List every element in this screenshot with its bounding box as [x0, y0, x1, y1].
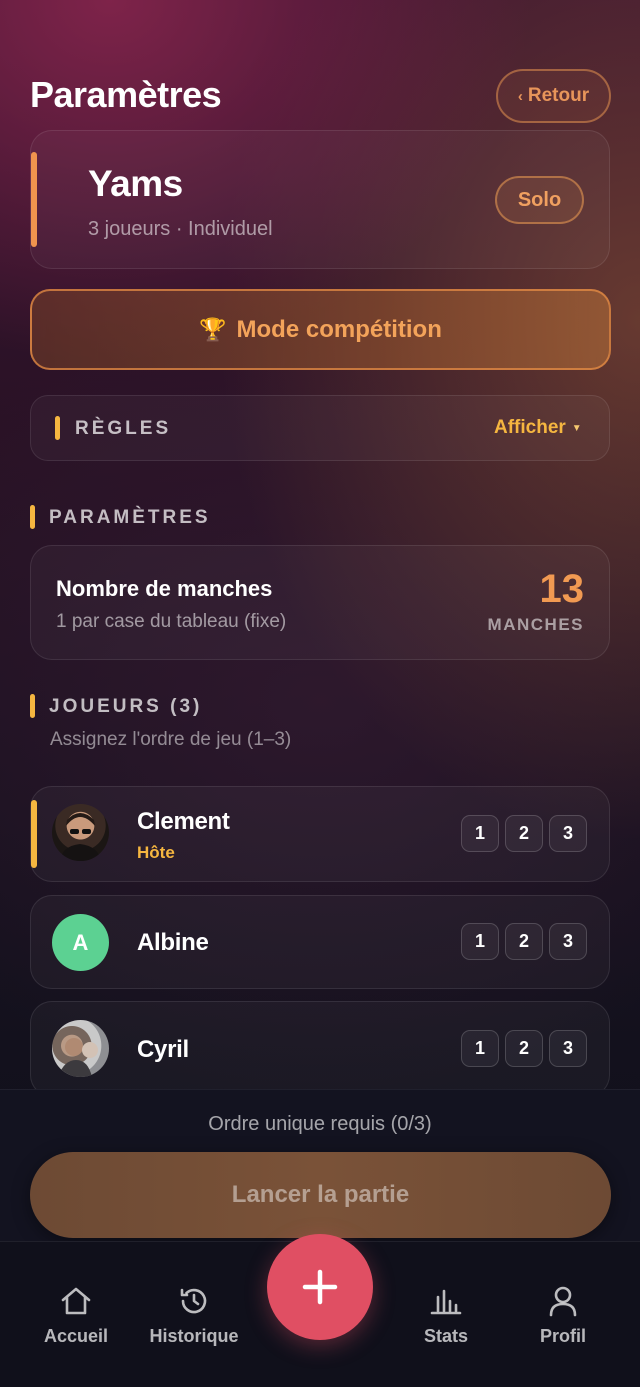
- launch-game-button[interactable]: Lancer la partie: [30, 1152, 611, 1238]
- mode-badge[interactable]: Solo: [495, 176, 584, 224]
- photo-avatar-icon: [58, 1038, 98, 1077]
- avatar: [52, 1020, 109, 1077]
- players-section-label: JOUEURS (3): [49, 696, 203, 717]
- host-accent-bar: [31, 800, 37, 868]
- order-selector: 1 2 3: [461, 923, 587, 960]
- rounds-unit: MANCHES: [487, 615, 584, 634]
- settings-accent-bar: [30, 505, 35, 529]
- home-icon: [61, 1287, 91, 1315]
- nav-item-profile[interactable]: Profil: [503, 1283, 623, 1347]
- nav-label: Profil: [539, 1326, 586, 1346]
- nav-item-history[interactable]: Historique: [134, 1283, 254, 1347]
- rules-accent-bar: [55, 416, 60, 440]
- order-button-2[interactable]: 2: [505, 815, 543, 852]
- players-accent-bar: [30, 694, 35, 718]
- avatar: [52, 804, 109, 861]
- nav-item-home[interactable]: Accueil: [16, 1283, 136, 1347]
- back-button-label: Retour: [527, 85, 590, 106]
- history-icon: [180, 1288, 207, 1314]
- trophy-icon: 🏆: [199, 316, 227, 342]
- nav-label: Stats: [423, 1326, 468, 1346]
- competition-mode-button[interactable]: 🏆 Mode compétition: [30, 289, 611, 370]
- rules-toggle[interactable]: Afficher ▼: [494, 417, 582, 439]
- rules-toggle-label: Afficher: [494, 417, 566, 438]
- order-button-1[interactable]: 1: [461, 815, 499, 852]
- order-button-3[interactable]: 3: [549, 815, 587, 852]
- add-game-fab[interactable]: [267, 1234, 373, 1340]
- players-section-subtitle: Assignez l'ordre de jeu (1–3): [50, 729, 292, 750]
- chevron-left-icon: ‹: [517, 87, 523, 105]
- competition-mode-label: Mode compétition: [236, 315, 442, 343]
- nav-label: Accueil: [43, 1326, 109, 1346]
- rounds-title: Nombre de manches: [56, 576, 273, 601]
- game-subtitle: 3 joueurs · Individuel: [88, 218, 273, 240]
- player-name: Albine: [137, 929, 209, 956]
- host-tag: Hôte: [137, 843, 175, 862]
- caret-down-icon: ▼: [571, 422, 582, 434]
- order-button-3[interactable]: 3: [549, 923, 587, 960]
- player-name: Cyril: [137, 1036, 189, 1063]
- order-button-2[interactable]: 2: [505, 923, 543, 960]
- order-selector: 1 2 3: [461, 1030, 587, 1067]
- stats-icon: [430, 1289, 462, 1315]
- order-status-text: Ordre unique requis (0/3): [208, 1113, 432, 1135]
- nav-label: Historique: [149, 1326, 239, 1346]
- game-accent-bar: [31, 152, 37, 247]
- profile-icon: [549, 1286, 577, 1317]
- order-button-1[interactable]: 1: [461, 1030, 499, 1067]
- order-button-3[interactable]: 3: [549, 1030, 587, 1067]
- order-selector: 1 2 3: [461, 815, 587, 852]
- nav-item-stats[interactable]: Stats: [386, 1283, 506, 1347]
- player-name: Clement: [137, 808, 230, 835]
- order-button-1[interactable]: 1: [461, 923, 499, 960]
- back-button[interactable]: ‹ Retour: [496, 69, 611, 123]
- settings-section-label: PARAMÈTRES: [49, 507, 211, 528]
- rounds-subtitle: 1 par case du tableau (fixe): [56, 611, 287, 632]
- plus-icon: [302, 1269, 338, 1305]
- order-button-2[interactable]: 2: [505, 1030, 543, 1067]
- page-title: Paramètres: [30, 74, 222, 115]
- game-name: Yams: [88, 163, 183, 204]
- avatar: A: [52, 914, 109, 971]
- photo-avatar-icon: [60, 813, 101, 861]
- rounds-value: 13: [539, 567, 585, 611]
- rules-label: RÈGLES: [75, 418, 172, 439]
